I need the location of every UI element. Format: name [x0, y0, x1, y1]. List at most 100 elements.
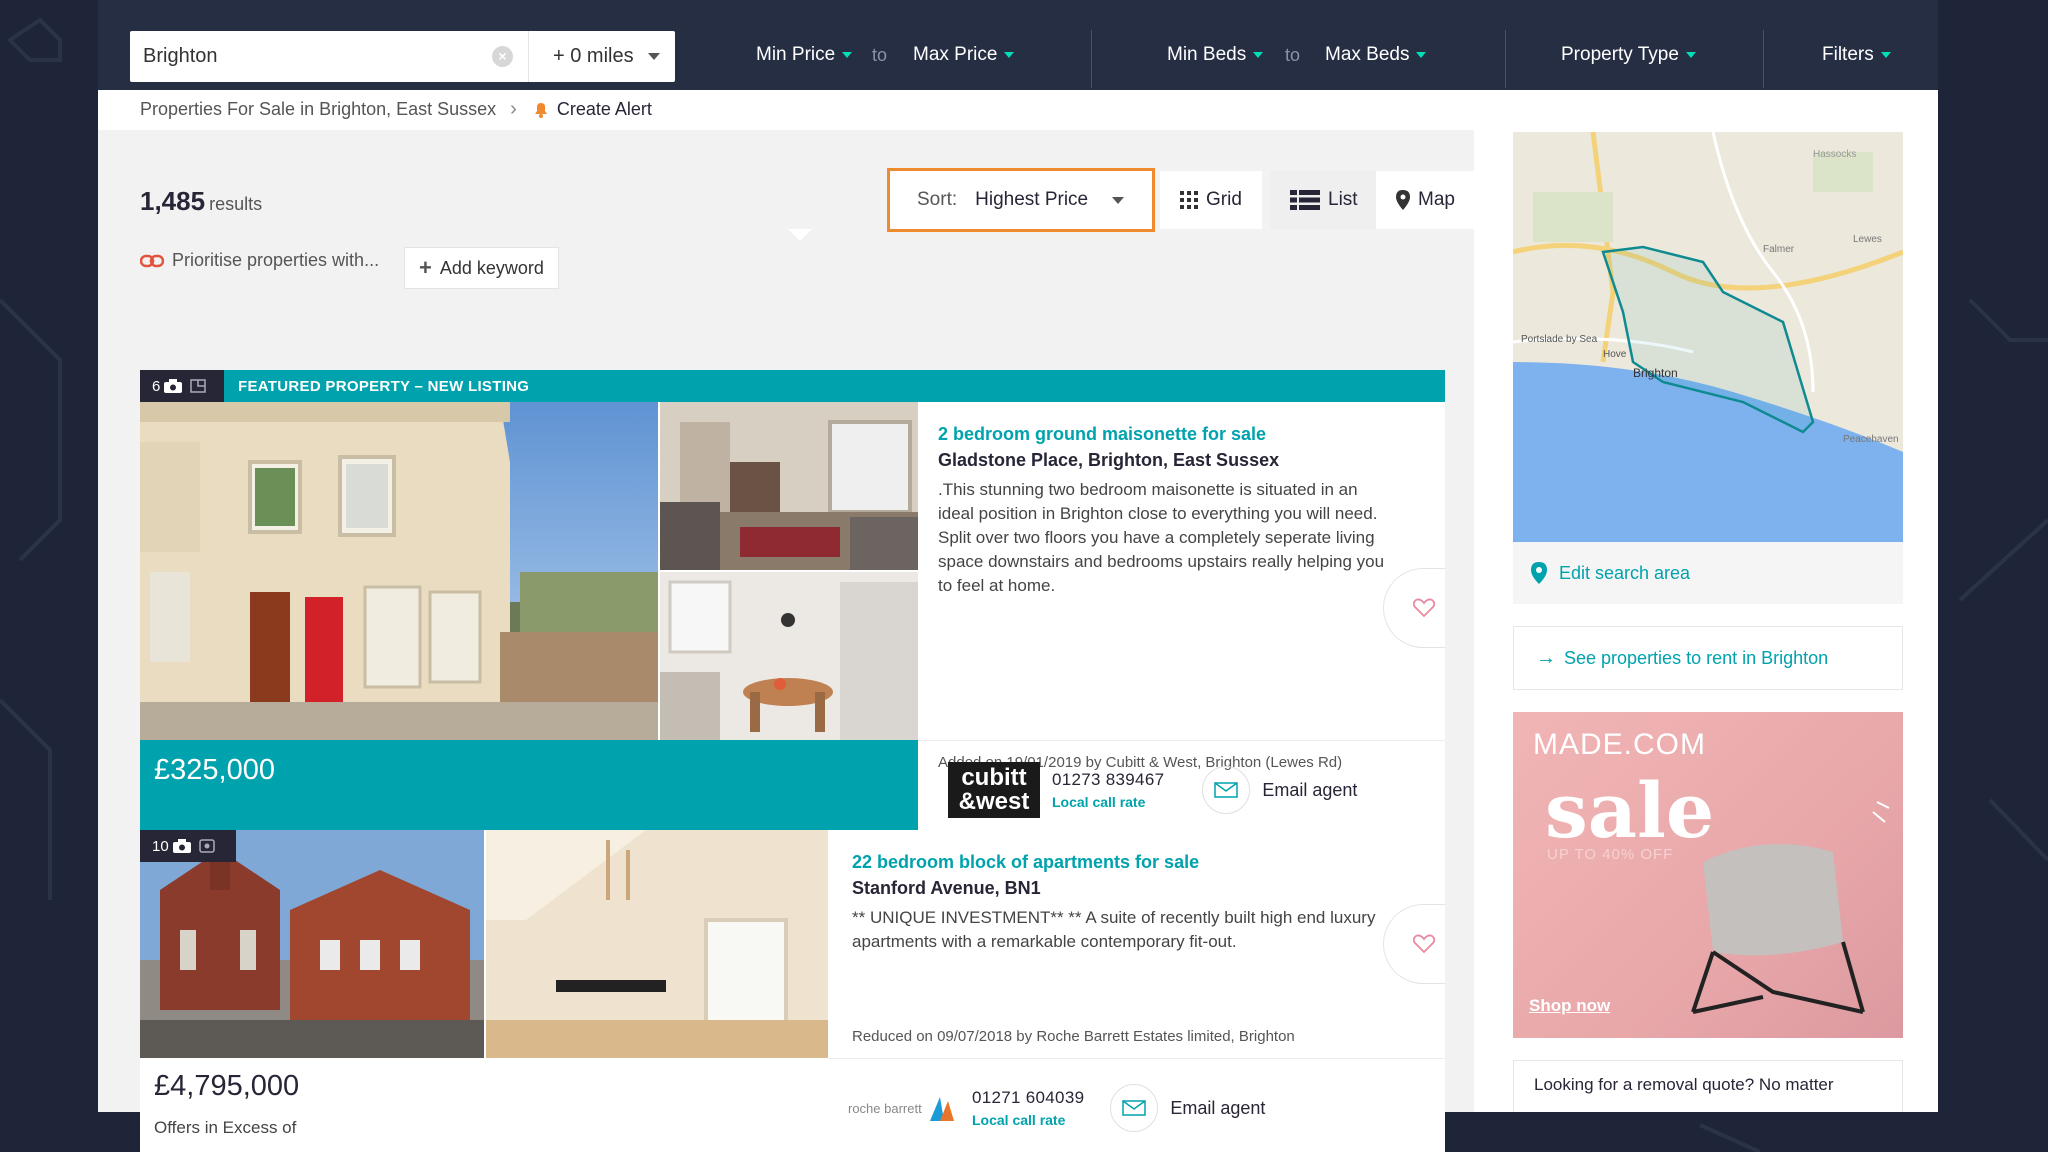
phone-block[interactable]: 01273 839467 Local call rate [1052, 770, 1164, 810]
results-panel: Properties For Sale in Brighton, East Su… [98, 90, 1938, 1152]
sort-value: Highest Price [975, 189, 1089, 210]
agent-logo[interactable]: roche barrett [848, 1095, 960, 1121]
chevron-down-icon [1880, 52, 1891, 58]
agent-logo-text: cubitt [961, 764, 1027, 791]
property-title[interactable]: 2 bedroom ground maisonette for sale [938, 424, 1266, 445]
link-icon [140, 254, 164, 267]
map-label-hassocks: Hassocks [1813, 149, 1856, 160]
ad-shop-now-link[interactable]: Shop now [1529, 996, 1610, 1016]
price-qualifier: Offers in Excess of [154, 1118, 297, 1137]
max-beds-label: Max Beds [1325, 44, 1410, 65]
property-card[interactable]: 10 22 bedroom block of apartments for sa… [140, 830, 1445, 1152]
listings-column: 1,485 results Sort: Highest Price Grid Li… [98, 130, 1475, 1152]
property-photo-exterior[interactable] [140, 402, 658, 740]
property-address: Gladstone Place, Brighton, East Sussex [938, 450, 1280, 470]
bell-icon [534, 102, 547, 118]
local-call-rate: Local call rate [1052, 794, 1146, 810]
chevron-down-icon [647, 53, 660, 60]
property-description: .This stunning two bedroom maisonette is… [938, 480, 1385, 595]
camera-icon [164, 379, 183, 393]
sort-pointer [788, 229, 812, 241]
envelope-icon [1214, 782, 1239, 798]
map-label-portslade: Portslade by Sea [1521, 334, 1598, 345]
ad-headline: sale [1545, 766, 1715, 855]
map-label-peacehaven: Peacehaven [1843, 434, 1899, 445]
chevron-down-icon [1685, 52, 1696, 58]
price-to-label: to [872, 45, 888, 65]
radius-value: + 0 miles [553, 45, 634, 67]
add-keyword-button[interactable]: + Add keyword [404, 247, 559, 289]
divider [918, 740, 1445, 741]
results-number: 1,485 [140, 186, 206, 216]
property-card[interactable]: 6 FEATURED PROPERTY – NEW LISTING £325,0… [140, 370, 1445, 838]
rent-properties-link[interactable]: → See properties to rent in Brighton [1513, 626, 1903, 690]
map-label-falmer: Falmer [1763, 244, 1795, 255]
min-beds-label: Min Beds [1167, 44, 1247, 65]
agent-logo[interactable]: cubitt &west [948, 762, 1040, 818]
map-preview[interactable]: Brighton Hove Portslade by Sea Falmer Le… [1513, 132, 1903, 542]
phone-block[interactable]: 01271 604039 Local call rate [972, 1088, 1084, 1128]
interior-image [486, 830, 828, 1058]
property-photo-exterior[interactable]: 10 [140, 830, 484, 1058]
removal-quote-box: Looking for a removal quote? No matter [1513, 1060, 1903, 1112]
search-bar: × + 0 miles Min Price to Max Price Min B… [98, 0, 1938, 90]
location-input[interactable] [130, 45, 430, 68]
add-keyword-label: Add keyword [439, 257, 544, 278]
create-alert-link[interactable]: Create Alert [557, 99, 652, 120]
clear-icon[interactable]: × [492, 46, 513, 67]
kitchen-image [660, 572, 918, 740]
grid-label: Grid [1206, 189, 1242, 210]
mail-icon[interactable] [1202, 766, 1251, 814]
plus-icon: + [419, 255, 432, 280]
sort-dropdown[interactable]: Sort: Highest Price [887, 168, 1155, 232]
save-favourite-button[interactable] [1383, 568, 1445, 648]
property-type-dropdown[interactable]: Property Type [1561, 44, 1696, 66]
beds-to-label: to [1285, 45, 1301, 65]
edit-search-area-link[interactable]: Edit search area [1513, 542, 1903, 604]
agent-phone[interactable]: 01273 839467 [1052, 770, 1164, 790]
location-search-box: × + 0 miles [130, 31, 675, 82]
property-title[interactable]: 22 bedroom block of apartments for sale [852, 852, 1199, 873]
heart-icon [1413, 598, 1435, 618]
photo-count: 10 [140, 830, 236, 862]
house-photo-image [140, 402, 658, 740]
grid-view-button[interactable]: Grid [1160, 171, 1262, 229]
filters-dropdown[interactable]: Filters [1822, 44, 1891, 66]
local-call-rate: Local call rate [972, 1112, 1066, 1128]
email-agent-button[interactable]: Email agent [1170, 1098, 1265, 1119]
filters-label: Filters [1822, 44, 1874, 65]
agent-logo-text-2: &west [958, 788, 1030, 815]
edit-search-label: Edit search area [1559, 562, 1691, 583]
advertisement[interactable]: MADE.COM sale UP TO 40% OFF Shop now [1513, 712, 1903, 1038]
list-view-button[interactable]: List [1270, 171, 1378, 229]
property-photo-kitchen[interactable] [660, 572, 918, 740]
min-beds-dropdown[interactable]: Min Beds [1167, 44, 1264, 66]
min-price-dropdown[interactable]: Min Price [756, 44, 853, 66]
map-pin-icon [1531, 562, 1547, 584]
breadcrumb-link[interactable]: Properties For Sale in Brighton, East Su… [140, 99, 496, 120]
property-photo-living[interactable] [660, 402, 918, 570]
agent-contact-row: cubitt &west 01273 839467 Local call rat… [948, 762, 1357, 818]
camera-icon [172, 839, 191, 853]
prioritise-label: Prioritise properties with... [140, 250, 379, 271]
list-icon [1290, 190, 1320, 210]
agent-phone[interactable]: 01271 604039 [972, 1088, 1084, 1108]
photo-count-number: 6 [152, 377, 161, 395]
property-type-label: Property Type [1561, 44, 1679, 65]
map-label-brighton: Brighton [1633, 366, 1678, 380]
save-favourite-button[interactable] [1383, 904, 1445, 984]
property-photo-interior[interactable] [486, 830, 828, 1058]
breadcrumb: Properties For Sale in Brighton, East Su… [140, 98, 652, 121]
heart-icon [1413, 934, 1435, 954]
email-agent-button[interactable]: Email agent [1262, 780, 1357, 801]
map-label: Map [1418, 189, 1455, 210]
radius-select[interactable]: + 0 miles [528, 31, 675, 82]
price: £4,795,000 [154, 1070, 300, 1102]
map-view-button[interactable]: Map [1376, 171, 1475, 229]
rent-link-label: See properties to rent in Brighton [1564, 647, 1829, 668]
arrow-right-icon: → [1536, 646, 1556, 669]
divider [1091, 30, 1092, 88]
max-beds-dropdown[interactable]: Max Beds [1325, 44, 1427, 66]
mail-icon[interactable] [1110, 1084, 1159, 1132]
max-price-dropdown[interactable]: Max Price [913, 44, 1015, 66]
